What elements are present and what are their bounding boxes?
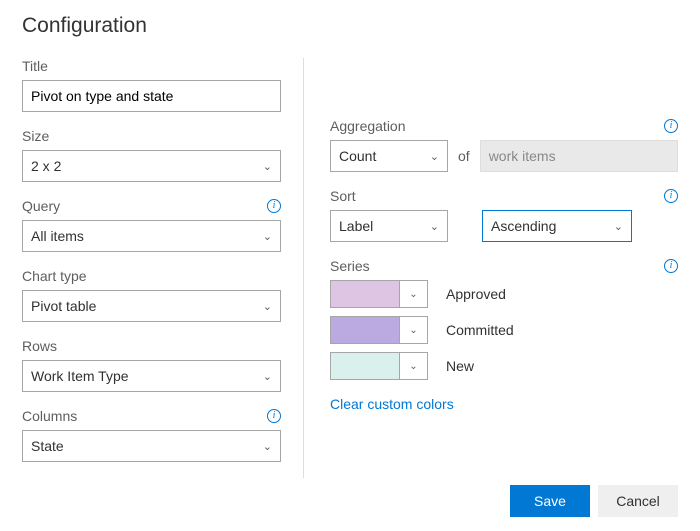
columns-select[interactable]: State ⌄ (22, 430, 281, 462)
series-label: Series (330, 258, 370, 274)
size-label: Size (22, 128, 49, 144)
sort-label: Sort (330, 188, 356, 204)
page-title: Configuration (22, 14, 678, 38)
cancel-button[interactable]: Cancel (598, 485, 678, 517)
rows-select[interactable]: Work Item Type ⌄ (22, 360, 281, 392)
chevron-down-icon: ⌄ (430, 220, 439, 233)
title-input[interactable] (22, 80, 281, 112)
aggregation-value: Count (339, 148, 376, 164)
clear-colors-link[interactable]: Clear custom colors (330, 396, 454, 412)
sort-direction-value: Ascending (491, 218, 556, 234)
size-select[interactable]: 2 x 2 ⌄ (22, 150, 281, 182)
chevron-down-icon: ⌄ (263, 230, 272, 243)
aggregation-label: Aggregation (330, 118, 406, 134)
sort-field-value: Label (339, 218, 373, 234)
sort-direction-select[interactable]: Ascending ⌄ (482, 210, 632, 242)
rows-label: Rows (22, 338, 57, 354)
series-color-select[interactable]: ⌄ (330, 352, 428, 380)
save-button[interactable]: Save (510, 485, 590, 517)
chevron-down-icon: ⌄ (399, 353, 427, 379)
columns-label: Columns (22, 408, 77, 424)
aggregation-target: work items (480, 140, 678, 172)
chart-type-label: Chart type (22, 268, 87, 284)
chevron-down-icon: ⌄ (614, 220, 623, 233)
rows-value: Work Item Type (31, 368, 129, 384)
aggregation-select[interactable]: Count ⌄ (330, 140, 448, 172)
info-icon[interactable]: i (664, 189, 678, 203)
footer: Save Cancel (510, 485, 678, 517)
series-name: New (446, 358, 474, 374)
query-value: All items (31, 228, 84, 244)
info-icon[interactable]: i (267, 199, 281, 213)
info-icon[interactable]: i (267, 409, 281, 423)
series-name: Committed (446, 322, 514, 338)
columns-value: State (31, 438, 64, 454)
info-icon[interactable]: i (664, 259, 678, 273)
right-column: Aggregation i Count ⌄ of work items Sort… (304, 58, 678, 478)
series-row: ⌄ Committed (330, 316, 678, 344)
chevron-down-icon: ⌄ (399, 317, 427, 343)
title-label: Title (22, 58, 48, 74)
color-swatch (331, 317, 399, 343)
chevron-down-icon: ⌄ (430, 150, 439, 163)
query-label: Query (22, 198, 60, 214)
query-select[interactable]: All items ⌄ (22, 220, 281, 252)
series-row: ⌄ New (330, 352, 678, 380)
series-color-select[interactable]: ⌄ (330, 280, 428, 308)
chevron-down-icon: ⌄ (263, 370, 272, 383)
chevron-down-icon: ⌄ (263, 300, 272, 313)
info-icon[interactable]: i (664, 119, 678, 133)
color-swatch (331, 353, 399, 379)
of-text: of (458, 148, 470, 164)
sort-field-select[interactable]: Label ⌄ (330, 210, 448, 242)
left-column: Title Size 2 x 2 ⌄ Query i All items ⌄ (22, 58, 304, 478)
series-row: ⌄ Approved (330, 280, 678, 308)
series-color-select[interactable]: ⌄ (330, 316, 428, 344)
chart-type-select[interactable]: Pivot table ⌄ (22, 290, 281, 322)
chart-type-value: Pivot table (31, 298, 96, 314)
size-value: 2 x 2 (31, 158, 61, 174)
color-swatch (331, 281, 399, 307)
chevron-down-icon: ⌄ (263, 440, 272, 453)
series-name: Approved (446, 286, 506, 302)
chevron-down-icon: ⌄ (399, 281, 427, 307)
chevron-down-icon: ⌄ (263, 160, 272, 173)
